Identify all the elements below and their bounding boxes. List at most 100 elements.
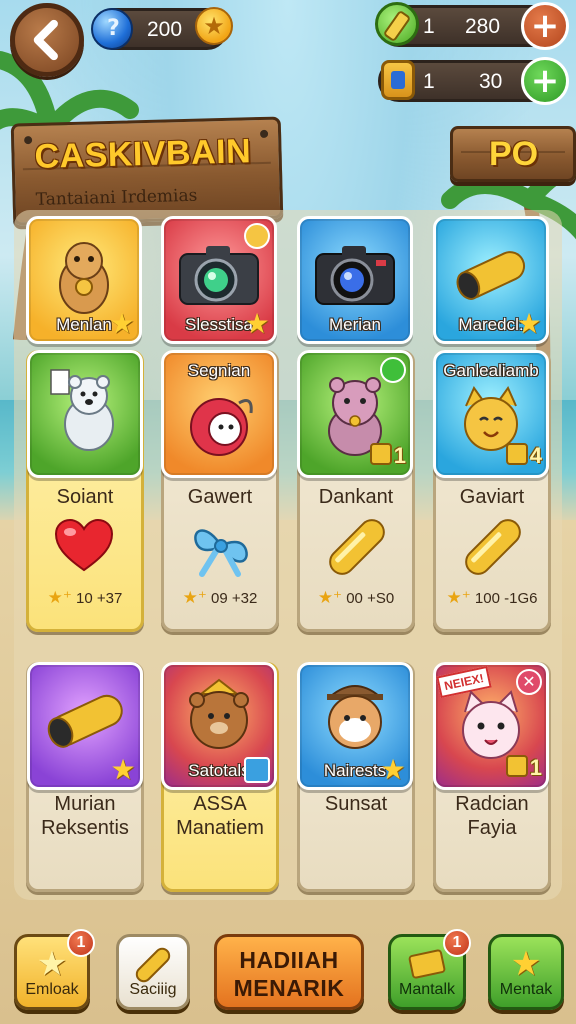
notification-badge: 1 [67,929,95,957]
reward-card[interactable]: Menlan ★ [26,216,142,344]
star-icon: ★⁺ [317,588,343,607]
bottom-button-label: Mentak [499,981,553,998]
coin-value: 200 [147,18,183,41]
character-card[interactable]: Ganlealiamb 4 [433,350,549,478]
price-value: 00 [346,590,363,607]
energy-value: 280 [465,15,501,38]
ticket-count: 1 [423,70,435,93]
bottom-button-2[interactable]: Saciiig [116,934,190,1010]
side-sign[interactable]: PO [450,126,576,182]
star-icon: ★ [110,753,136,786]
price-alt: +32 [231,590,258,607]
back-button[interactable] [10,3,84,77]
hamster-icon [59,242,109,315]
reward-card[interactable]: Satotals [161,662,277,790]
reward-name-line: Radcian [455,793,529,815]
coin-counter: 200 ★ [91,7,233,50]
star-icon: ★ [380,753,406,786]
bottom-button-4[interactable]: Mantalk 1 [388,929,471,1010]
sparkle-badge-icon [244,757,270,783]
reward-name-line: Sunsat [324,793,388,815]
bottom-button-5[interactable]: ★ Mentak [488,934,564,1010]
reward-name-line: Murian [54,793,116,815]
energy-counter: 1 280 + [375,2,569,50]
star-icon: ★ [516,307,542,340]
level-tag: 1 [370,443,406,469]
price-alt: +37 [96,590,123,607]
star-icon: ★ [36,944,68,984]
nail [259,129,269,139]
reward-card[interactable]: ★ [27,662,143,790]
page-subtitle: Tantaiani Irdemias [35,185,198,210]
character-card[interactable]: 1 [297,350,413,478]
heart-icon [54,518,114,572]
reward-name: Dankant [318,486,394,508]
bow-icon [194,529,248,577]
energy-count: 1 [423,15,435,38]
big-button-line-1: HADIIAH [239,947,339,973]
star-icon: ★ [510,944,542,984]
ticket-icon [381,60,415,100]
star-icon: ★⁺ [446,588,471,607]
star-icon: ★⁺ [182,588,207,607]
reward-price: ★⁺ 10 +37 [27,588,143,608]
reward-name: Soiant [56,486,114,508]
gold-bar-icon [135,947,171,983]
reward-name: Radcian Fayia [433,792,551,840]
brown-bear-icon [189,678,249,750]
big-button-line-2: MENARIK [233,975,345,1001]
camera-icon [179,246,259,306]
reward-card[interactable]: Slesstisa ★ [161,216,277,344]
reward-name: Gawert [187,486,253,508]
card-top-label: Segnian [187,361,251,380]
price-value: 100 [474,590,500,607]
add-energy-button[interactable]: + [521,2,569,50]
card-label: Merian [329,315,381,334]
price-alt: +S0 [367,590,395,607]
price-value: 09 [211,590,228,607]
star-icon: ★ [109,307,135,340]
robot-ball-icon [190,397,253,456]
level-tag: 4 [506,443,542,469]
hadiah-menarik-button[interactable]: HADIIAH MENARIK [214,934,364,1010]
coin-badge-icon [244,223,270,249]
reward-price: ★⁺ 100 -1G6 [434,588,550,608]
bottom-button-1[interactable]: ★ Emloak 1 [14,929,95,1010]
ticket-icon [408,949,446,979]
star-icon: ★⁺ [47,588,72,607]
reward-name: Sunsat [297,792,415,816]
page-title: CASKIVBAIN [34,132,252,176]
bottom-button-label: Emloak [25,981,79,998]
star-icon: ★ [244,307,270,340]
bottom-button-label: Saciiig [129,981,177,998]
polar-bear-icon [50,369,114,452]
add-ticket-button[interactable]: + [521,57,569,105]
level-tag: 1 [506,755,542,781]
card-top-label: Ganlealiamb [443,361,539,380]
price-alt: -1G6 [504,590,538,607]
explorer-hamster-icon [327,685,383,750]
reward-card[interactable]: Maredcl: ★ [433,216,549,344]
reward-price: ★⁺ 09 +32 [162,588,278,608]
nail [24,135,33,145]
reward-card[interactable]: Nairests ★ [297,662,413,790]
reward-name-line: Fayia [467,817,517,839]
ticket-value: 30 [479,70,503,93]
blue-gem-icon [91,8,133,50]
energy-icon [375,2,419,46]
gold-capsule-icon [456,251,526,301]
reward-name-line: ASSA [193,793,247,815]
reward-card[interactable]: Merian [297,216,413,344]
gold-bar-icon [329,519,385,575]
price-value: 10 [76,590,93,607]
character-card[interactable]: Segnian [161,350,277,478]
reward-name: Murian Reksentis [26,792,144,840]
reward-price: ★⁺ 00 +S0 [298,588,414,608]
arrow-left-icon [33,19,58,61]
reward-name-line: Reksentis [41,817,129,839]
reward-card[interactable]: NEIEX! ✕ 1 [433,662,549,790]
character-card[interactable] [27,350,143,478]
side-sign-label: PO [489,135,539,173]
camera-icon [315,246,395,306]
bottom-button-label: Mantalk [398,981,456,998]
